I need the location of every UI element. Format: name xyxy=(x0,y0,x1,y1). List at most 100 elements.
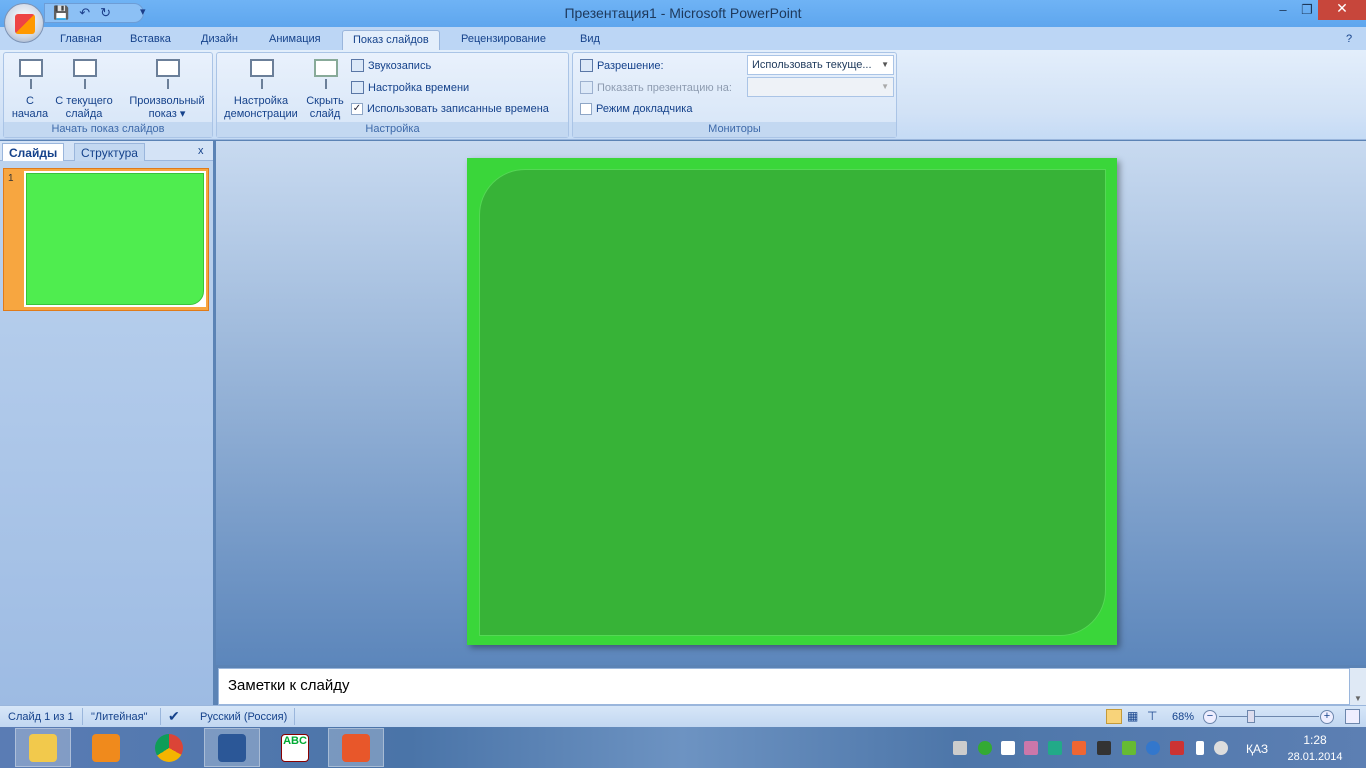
label: Настройка xyxy=(233,95,289,107)
slide-editor-area xyxy=(216,141,1366,665)
notes-scrollbar[interactable]: ▼ xyxy=(1350,668,1366,705)
tab-outline[interactable]: Структура xyxy=(74,143,145,161)
taskbar-word[interactable] xyxy=(204,728,260,767)
usb-icon[interactable] xyxy=(953,741,967,755)
from-current-button[interactable]: С текущего слайда xyxy=(52,57,116,121)
hide-slide-button[interactable]: Скрыть слайд xyxy=(303,57,347,121)
tab-design[interactable]: Дизайн xyxy=(191,30,248,51)
tab-review[interactable]: Рецензирование xyxy=(451,30,556,51)
redo-icon[interactable]: ↻ xyxy=(100,5,111,21)
custom-show-button[interactable]: Произвольный показ ▾ xyxy=(124,57,210,121)
slide-sorter-button[interactable]: ▦ xyxy=(1127,709,1138,723)
label: Режим докладчика xyxy=(596,103,693,115)
save-icon[interactable]: 💾 xyxy=(53,5,69,21)
spellcheck-icon[interactable]: ✔ xyxy=(168,708,180,725)
media-player-icon xyxy=(92,733,120,762)
slides-pane: Слайды Структура x 1 xyxy=(0,141,213,705)
tray-app-icon[interactable] xyxy=(1024,741,1038,755)
label: слайда xyxy=(65,108,103,120)
quick-access-toolbar: 💾 ↶ ↻ xyxy=(44,3,144,23)
normal-view-button[interactable] xyxy=(1106,709,1122,724)
tab-home[interactable]: Главная xyxy=(50,30,112,51)
label: показ xyxy=(148,108,177,120)
maximize-button[interactable]: ❐ xyxy=(1294,2,1320,20)
zoom-slider[interactable] xyxy=(1219,716,1319,717)
fit-to-window-button[interactable] xyxy=(1345,709,1360,724)
office-button[interactable] xyxy=(4,3,44,43)
taskbar-media-player[interactable] xyxy=(78,728,134,767)
clock-time[interactable]: 1:28 xyxy=(1280,733,1350,747)
scroll-down-icon[interactable]: ▼ xyxy=(1350,694,1366,703)
slide-thumbnail-image xyxy=(24,171,206,307)
taskbar-chrome[interactable] xyxy=(141,728,197,767)
slide-number: 1 xyxy=(8,173,14,184)
timer-icon xyxy=(351,81,364,94)
label: Скрыть xyxy=(306,95,344,107)
theme-name: "Литейная" xyxy=(91,711,148,723)
minimize-button[interactable]: ‒ xyxy=(1270,2,1296,20)
tab-slideshow[interactable]: Показ слайдов xyxy=(342,30,440,51)
label: Разрешение: xyxy=(597,59,664,72)
tab-view[interactable]: Вид xyxy=(570,30,610,51)
tab-slides[interactable]: Слайды xyxy=(2,143,65,161)
nvidia-icon[interactable] xyxy=(1122,741,1136,755)
status-bar: Слайд 1 из 1 "Литейная" ✔ Русский (Росси… xyxy=(0,705,1366,727)
zoom-slider-thumb[interactable] xyxy=(1247,710,1255,723)
presenter-view-checkbox[interactable]: Режим докладчика xyxy=(580,103,692,115)
zoom-out-button[interactable]: − xyxy=(1203,710,1217,724)
speaker-icon[interactable] xyxy=(1072,741,1086,755)
slide-canvas[interactable] xyxy=(467,158,1117,645)
label: С текущего xyxy=(55,95,113,107)
customize-qat-icon[interactable]: ▾ xyxy=(140,5,146,18)
volume-icon[interactable] xyxy=(1214,741,1228,755)
tray-app-icon[interactable] xyxy=(1146,741,1160,755)
close-pane-icon[interactable]: x xyxy=(192,143,210,161)
help-icon[interactable]: ? xyxy=(1342,30,1356,51)
taskbar-abc[interactable]: ABC xyxy=(267,728,323,767)
input-language[interactable]: ҚАЗ xyxy=(1246,742,1268,756)
tray-app-icon[interactable] xyxy=(1097,741,1111,755)
clock-date[interactable]: 28.01.2014 xyxy=(1280,751,1350,763)
zoom-in-button[interactable]: + xyxy=(1320,710,1334,724)
resolution-dropdown[interactable]: Использовать текуще... ▼ xyxy=(747,55,894,75)
label: Показать презентацию на: xyxy=(597,81,732,94)
record-narration-button[interactable]: Звукозапись xyxy=(351,59,431,72)
label: С xyxy=(26,95,34,107)
word-icon xyxy=(218,733,246,762)
projector-icon xyxy=(69,57,99,89)
network-icon[interactable] xyxy=(1170,741,1184,755)
zoom-level[interactable]: 68% xyxy=(1172,711,1194,723)
tab-insert[interactable]: Вставка xyxy=(120,30,181,51)
notes-field[interactable]: Заметки к слайду xyxy=(218,668,1350,705)
from-beginning-button[interactable]: Сначала xyxy=(8,57,52,121)
slideshow-view-button[interactable]: ⊤ xyxy=(1147,709,1157,723)
taskbar-explorer[interactable] xyxy=(15,728,71,767)
undo-icon[interactable]: ↶ xyxy=(79,5,90,21)
tray-app-icon[interactable] xyxy=(1048,741,1062,755)
tab-animation[interactable]: Анимация xyxy=(259,30,331,51)
slide-thumbnail-1[interactable]: 1 xyxy=(3,168,209,311)
setup-show-button[interactable]: Настройка демонстрации xyxy=(221,57,301,121)
ribbon-tabs: Главная Вставка Дизайн Анимация Показ сл… xyxy=(0,27,1366,51)
show-on-dropdown[interactable]: ▼ xyxy=(747,77,894,97)
title-bar: Презентация1 - Microsoft PowerPoint ‒ ❐ … xyxy=(0,0,1366,27)
office-logo-icon xyxy=(15,14,35,34)
close-button[interactable]: ✕ xyxy=(1318,0,1366,20)
dropdown-arrow-icon: ▼ xyxy=(881,60,889,69)
group-label: Начать показ слайдов xyxy=(4,122,212,137)
show-on-label: Показать презентацию на: xyxy=(580,81,732,94)
antivirus-icon[interactable] xyxy=(978,741,992,755)
taskbar-powerpoint[interactable] xyxy=(328,728,384,767)
language-indicator[interactable]: Русский (Россия) xyxy=(200,711,287,723)
dropdown-arrow-icon: ▼ xyxy=(881,82,889,91)
monitors-icon xyxy=(580,81,593,94)
use-timings-checkbox[interactable]: ✓ Использовать записанные времена xyxy=(351,103,549,115)
resolution-label: Разрешение: xyxy=(580,59,664,72)
battery-icon[interactable] xyxy=(1196,741,1204,755)
stopwatch-icon xyxy=(351,59,364,72)
tray-app-icon[interactable] xyxy=(1001,741,1015,755)
label: демонстрации xyxy=(224,108,298,120)
group-label: Мониторы xyxy=(573,122,896,137)
rehearse-timings-button[interactable]: Настройка времени xyxy=(351,81,469,94)
slide-frame xyxy=(479,169,1106,636)
